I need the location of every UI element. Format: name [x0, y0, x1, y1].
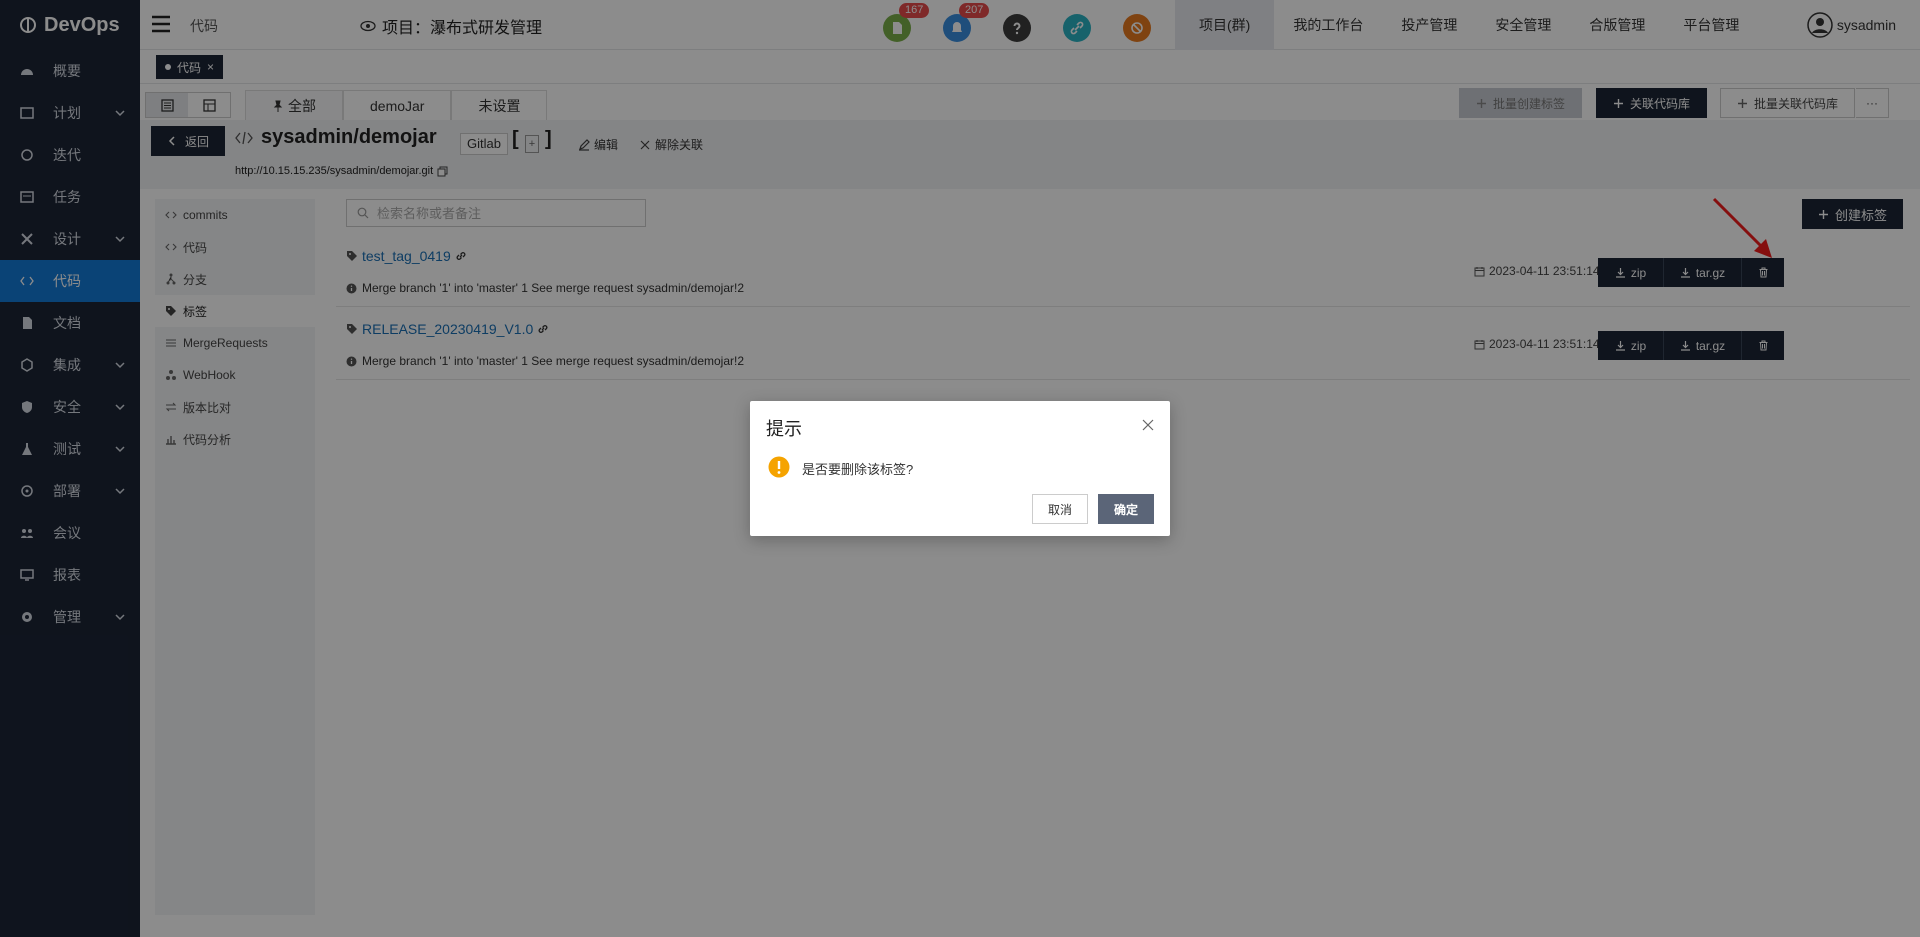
dialog-message: 是否要删除该标签? [802, 462, 914, 477]
confirm-button[interactable]: 确定 [1098, 494, 1154, 524]
confirm-dialog: 提示 是否要删除该标签? 取消 确定 [750, 401, 1170, 536]
close-icon[interactable] [1142, 419, 1154, 431]
dialog-title: 提示 [766, 419, 802, 439]
warning-icon [768, 456, 790, 478]
cancel-button[interactable]: 取消 [1032, 494, 1088, 524]
